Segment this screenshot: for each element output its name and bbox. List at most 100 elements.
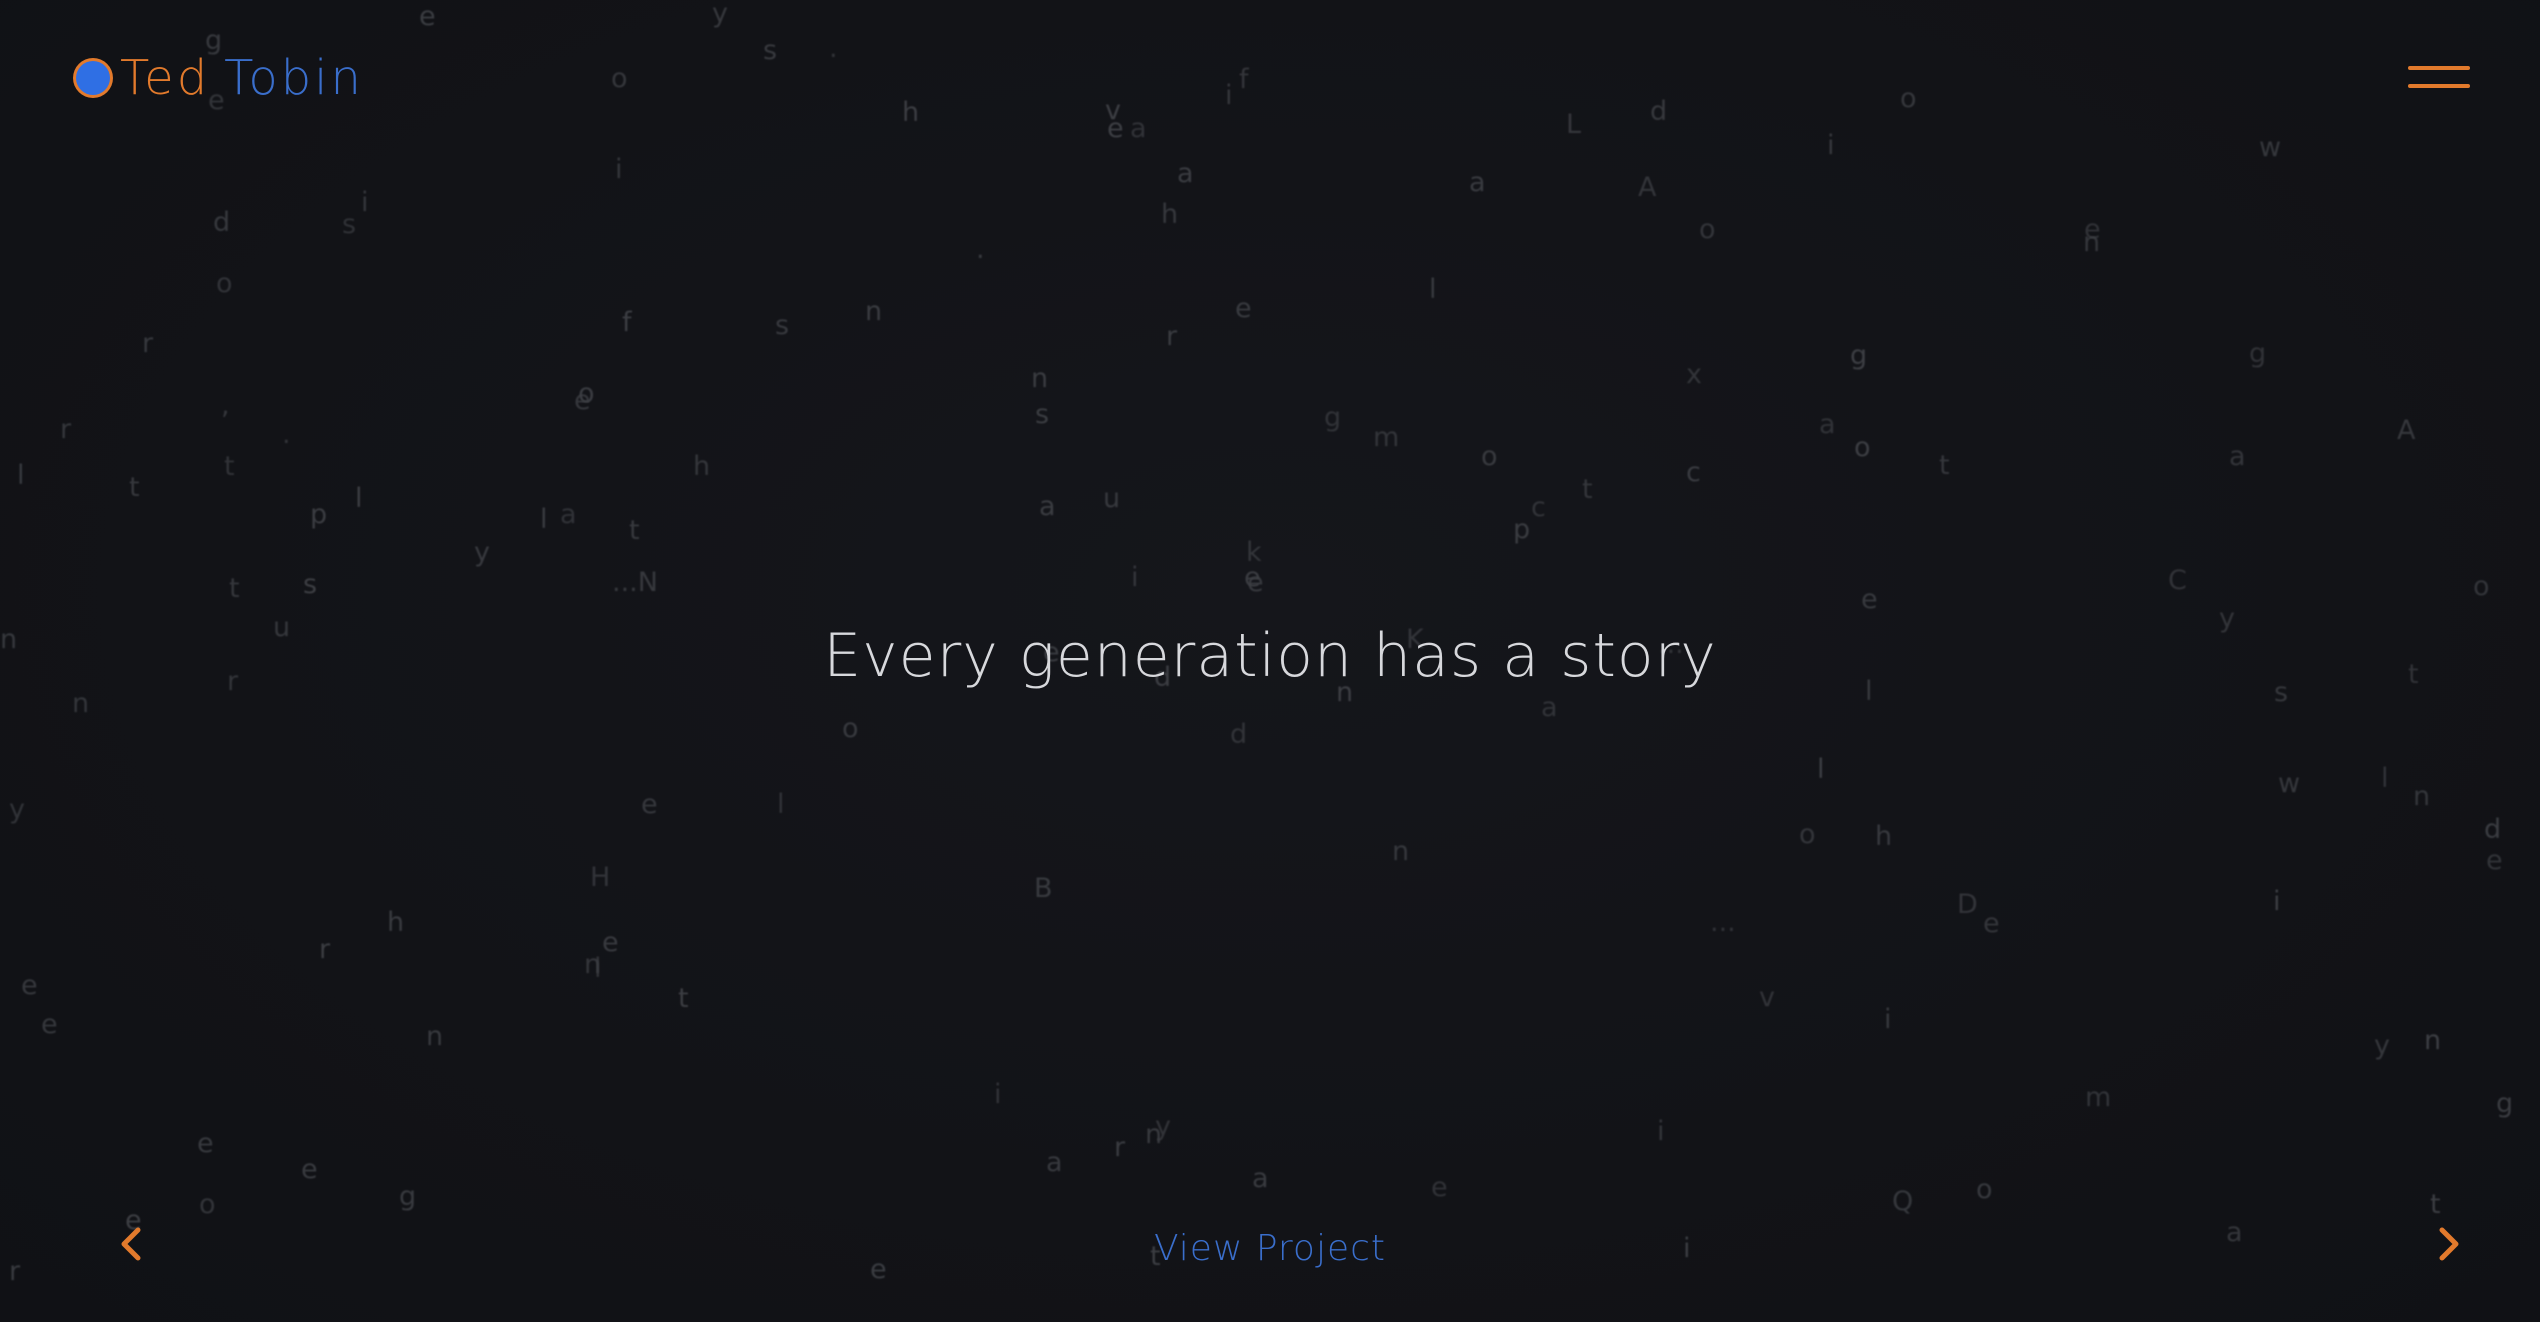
background-letter: n bbox=[2413, 781, 2431, 812]
background-letter: y bbox=[474, 537, 490, 568]
background-letter: i bbox=[615, 154, 623, 185]
background-letter: d bbox=[1230, 719, 1248, 750]
background-letter: a bbox=[1819, 409, 1836, 440]
background-letter: r bbox=[1114, 1132, 1126, 1163]
background-letter: d bbox=[2484, 814, 2502, 845]
background-letter: t bbox=[224, 451, 235, 482]
background-letter: i bbox=[1131, 562, 1139, 593]
background-letter: m bbox=[2085, 1082, 2112, 1113]
background-letter: x bbox=[1686, 359, 1702, 390]
brand-logo-link[interactable]: Ted Tobin bbox=[76, 54, 364, 102]
background-letter: t bbox=[129, 472, 140, 503]
background-letter: e bbox=[1107, 113, 1124, 144]
background-letter: . bbox=[829, 33, 838, 64]
hero-stage: d ...N e n d H Ke s y x o m t o y p Aa B Ae i l t t h r l g l e n a g h i… bbox=[0, 0, 2540, 1322]
background-letter: a bbox=[1130, 113, 1147, 144]
background-letter: l bbox=[1429, 274, 1437, 305]
background-letter: a bbox=[1046, 1147, 1063, 1178]
background-letter: C bbox=[2168, 565, 2187, 596]
background-letter: e bbox=[1247, 567, 1264, 598]
background-letter: d bbox=[213, 207, 231, 238]
background-letter: n bbox=[1145, 1119, 1163, 1150]
background-letter: h bbox=[1161, 199, 1179, 230]
background-letter: o bbox=[216, 268, 233, 299]
background-letter: e bbox=[419, 1, 436, 32]
background-letter: h bbox=[387, 907, 405, 938]
background-letter: e bbox=[641, 789, 658, 820]
background-letter: o bbox=[611, 63, 628, 94]
background-letter: e bbox=[1431, 1172, 1448, 1203]
view-project-link[interactable]: View Project bbox=[0, 1228, 2540, 1269]
background-letter: s bbox=[775, 310, 790, 341]
background-letter: A bbox=[2397, 415, 2416, 446]
background-letter: o bbox=[1481, 441, 1498, 472]
background-letter: f bbox=[1239, 64, 1249, 95]
background-letter: e bbox=[1235, 293, 1252, 324]
background-letter: o bbox=[199, 1189, 216, 1220]
background-letter: ... bbox=[1710, 907, 1736, 938]
background-letter: e bbox=[21, 970, 38, 1001]
background-letter: v bbox=[1105, 95, 1121, 126]
background-letter: i bbox=[994, 1079, 1002, 1110]
background-letter: n bbox=[865, 296, 883, 327]
background-letter: r bbox=[60, 414, 72, 445]
background-letter: l bbox=[2381, 763, 2389, 794]
background-letter: g bbox=[1324, 402, 1342, 433]
background-letter: y bbox=[2374, 1030, 2390, 1061]
background-letter: e bbox=[41, 1009, 58, 1040]
background-letter: o bbox=[1799, 819, 1816, 850]
background-letter: c bbox=[1686, 457, 1701, 488]
menu-line-top bbox=[2408, 66, 2470, 70]
background-letter: c bbox=[1531, 492, 1546, 523]
background-letter: h bbox=[693, 451, 711, 482]
chevron-right-icon bbox=[2439, 1227, 2459, 1261]
background-letter: n bbox=[2424, 1025, 2442, 1056]
brand-last-name: Tobin bbox=[224, 50, 364, 106]
background-letter: l bbox=[777, 789, 785, 820]
hero-headline: Every generation has a story bbox=[823, 621, 1717, 691]
hamburger-menu-icon[interactable] bbox=[2408, 62, 2470, 92]
background-letter: ...N bbox=[612, 567, 658, 598]
background-letter: l bbox=[1817, 754, 1825, 785]
background-letter: e bbox=[574, 385, 591, 416]
background-letter: r bbox=[319, 934, 331, 965]
background-letter: . bbox=[282, 419, 291, 450]
background-letter: d bbox=[1650, 96, 1668, 127]
background-letter: u bbox=[1103, 483, 1121, 514]
background-letter: i bbox=[361, 187, 369, 218]
background-letter: g bbox=[2496, 1088, 2514, 1119]
background-letter: f bbox=[622, 307, 632, 338]
menu-line-bottom bbox=[2408, 84, 2470, 88]
background-letter: r bbox=[142, 328, 154, 359]
background-letter: e bbox=[2486, 845, 2503, 876]
background-letter: l bbox=[355, 483, 363, 514]
background-letter: e bbox=[1244, 562, 1261, 593]
background-letter: i bbox=[1225, 80, 1233, 111]
next-slide-button[interactable] bbox=[2428, 1222, 2468, 1266]
background-letter: A bbox=[1638, 172, 1657, 203]
background-letter: t bbox=[229, 573, 240, 604]
background-letter: i bbox=[1827, 130, 1835, 161]
background-letter: a bbox=[2229, 441, 2246, 472]
background-letter: y bbox=[9, 794, 25, 825]
background-letter: a bbox=[560, 499, 577, 530]
background-letter: k bbox=[1246, 537, 1262, 568]
background-letter: D bbox=[1957, 889, 1978, 920]
background-letter: a bbox=[1039, 491, 1056, 522]
background-letter: o bbox=[2473, 571, 2490, 602]
background-letter: t bbox=[1939, 450, 1950, 481]
background-letter: s bbox=[342, 209, 357, 240]
background-letter: t bbox=[678, 983, 689, 1014]
background-letter: e bbox=[1861, 584, 1878, 615]
background-letter: e bbox=[602, 927, 619, 958]
background-letter: s bbox=[763, 35, 778, 66]
circle-logo-icon bbox=[76, 61, 110, 95]
background-letter: , bbox=[221, 390, 230, 421]
background-letter: p bbox=[310, 499, 328, 530]
background-letter: i bbox=[1657, 1116, 1665, 1147]
background-letter: n bbox=[584, 949, 602, 980]
background-letter: o bbox=[1699, 214, 1716, 245]
background-letter: l bbox=[17, 460, 25, 491]
background-letter: B bbox=[1034, 873, 1053, 904]
background-letter: y bbox=[712, 0, 728, 29]
